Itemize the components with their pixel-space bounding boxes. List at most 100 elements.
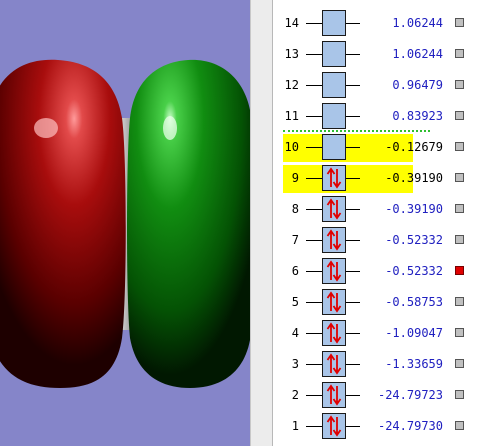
level-line-left [306, 23, 322, 24]
spin-down-arrow [332, 293, 342, 313]
electron-pair-icon [326, 415, 342, 437]
spin-up-arrow [326, 384, 336, 404]
orbital-row-12[interactable]: 12 0.96479 [273, 72, 477, 98]
occupied-orbital-box[interactable] [322, 351, 346, 377]
orbital-3d-viewport[interactable] [0, 0, 250, 446]
level-line-right [346, 240, 360, 241]
level-line-right [346, 85, 360, 86]
electron-pair-icon [326, 384, 342, 406]
orbital-energy: -0.39190 [385, 202, 443, 216]
level-line-right [346, 23, 360, 24]
level-line-left [306, 364, 322, 365]
orbital-row-9[interactable]: 9 -0.39190 [273, 165, 477, 193]
virtual-orbital-box[interactable] [322, 72, 346, 98]
orbital-visibility-checkbox[interactable] [455, 390, 464, 399]
orbital-energy: 1.06244 [392, 16, 443, 30]
occupied-orbital-box[interactable] [322, 196, 346, 222]
virtual-orbital-box[interactable] [322, 41, 346, 67]
orbital-row-5[interactable]: 5 -0.58753 [273, 289, 477, 315]
level-line-left [306, 271, 322, 272]
orbital-visibility-checkbox[interactable] [455, 235, 464, 244]
level-line-left [306, 209, 322, 210]
spin-down-arrow [332, 324, 342, 344]
level-line-right [346, 116, 360, 117]
level-line-right [346, 178, 360, 179]
level-line-right [346, 395, 360, 396]
level-line-left [306, 302, 322, 303]
spin-up-arrow [326, 322, 336, 342]
spin-up-arrow [326, 260, 336, 280]
spin-up-arrow [326, 229, 336, 249]
spin-up-arrow [326, 291, 336, 311]
orbital-index: 5 [291, 295, 299, 309]
spin-up-arrow [326, 167, 336, 187]
orbital-row-1[interactable]: 1 -24.79730 [273, 413, 477, 439]
orbital-index: 1 [291, 419, 299, 433]
panel-splitter[interactable] [250, 0, 273, 446]
orbital-visibility-checkbox[interactable] [455, 359, 464, 368]
orbital-energy: -1.33659 [385, 357, 443, 371]
virtual-orbital-box[interactable] [322, 134, 346, 160]
level-line-left [306, 426, 322, 427]
orbital-index: 4 [291, 326, 299, 340]
orbital-row-7[interactable]: 7 -0.52332 [273, 227, 477, 253]
level-line-right [346, 209, 360, 210]
orbital-visibility-checkbox[interactable] [455, 204, 464, 213]
orbital-row-2[interactable]: 2 -24.79723 [273, 382, 477, 408]
occupied-orbital-box[interactable] [322, 165, 346, 191]
occupied-orbital-box[interactable] [322, 413, 346, 439]
orbital-energy: -0.52332 [385, 233, 443, 247]
electron-pair-icon [326, 353, 342, 375]
orbital-visibility-checkbox[interactable] [455, 18, 464, 27]
orbital-row-4[interactable]: 4 -1.09047 [273, 320, 477, 346]
level-line-right [346, 54, 360, 55]
orbital-visibility-checkbox[interactable] [455, 421, 464, 430]
orbital-index: 13 [284, 47, 299, 61]
positive-orbital-lobe [127, 59, 250, 389]
orbital-index: 14 [284, 16, 299, 30]
virtual-orbital-box[interactable] [322, 10, 346, 36]
orbital-energy: 0.83923 [392, 109, 443, 123]
occupied-orbital-box[interactable] [322, 227, 346, 253]
spin-up-arrow [326, 353, 336, 373]
orbital-row-14[interactable]: 14 1.06244 [273, 10, 477, 36]
orbital-index: 12 [284, 78, 299, 92]
orbital-energy: -24.79730 [377, 419, 443, 433]
negative-orbital-lobe [0, 59, 126, 388]
orbital-visibility-checkbox[interactable] [455, 173, 464, 182]
orbital-visibility-checkbox[interactable] [455, 49, 464, 58]
orbital-visibility-checkbox[interactable] [455, 142, 464, 151]
electron-pair-icon [326, 198, 342, 220]
orbital-visibility-checkbox[interactable] [455, 111, 464, 120]
orbital-row-13[interactable]: 13 1.06244 [273, 41, 477, 67]
orbital-row-11[interactable]: 11 0.83923 [273, 103, 477, 129]
orbital-visibility-checkbox[interactable] [455, 266, 464, 275]
orbital-energy: 1.06244 [392, 47, 443, 61]
orbital-energy: -0.39190 [385, 171, 443, 185]
spin-up-arrow [326, 198, 336, 218]
level-line-right [346, 147, 360, 148]
electron-pair-icon [326, 167, 342, 189]
occupied-orbital-box[interactable] [322, 382, 346, 408]
electron-pair-icon [326, 260, 342, 282]
orbital-row-8[interactable]: 8 -0.39190 [273, 196, 477, 222]
occupied-orbital-box[interactable] [322, 258, 346, 284]
orbital-index: 11 [284, 109, 299, 123]
occupied-orbital-box[interactable] [322, 289, 346, 315]
spin-down-arrow [332, 386, 342, 406]
level-line-right [346, 364, 360, 365]
spin-down-arrow [332, 355, 342, 375]
occupied-orbital-box[interactable] [322, 320, 346, 346]
orbital-row-3[interactable]: 3 -1.33659 [273, 351, 477, 377]
orbital-energy: -0.12679 [385, 140, 443, 154]
level-line-left [306, 240, 322, 241]
orbital-row-10[interactable]: 10 -0.12679 [273, 134, 477, 162]
virtual-orbital-box[interactable] [322, 103, 346, 129]
level-line-right [346, 333, 360, 334]
orbital-visibility-checkbox[interactable] [455, 328, 464, 337]
orbital-visibility-checkbox[interactable] [455, 80, 464, 89]
orbital-row-6[interactable]: 6 -0.52332 [273, 258, 477, 284]
orbital-visibility-checkbox[interactable] [455, 297, 464, 306]
electron-pair-icon [326, 322, 342, 344]
spin-down-arrow [332, 200, 342, 220]
